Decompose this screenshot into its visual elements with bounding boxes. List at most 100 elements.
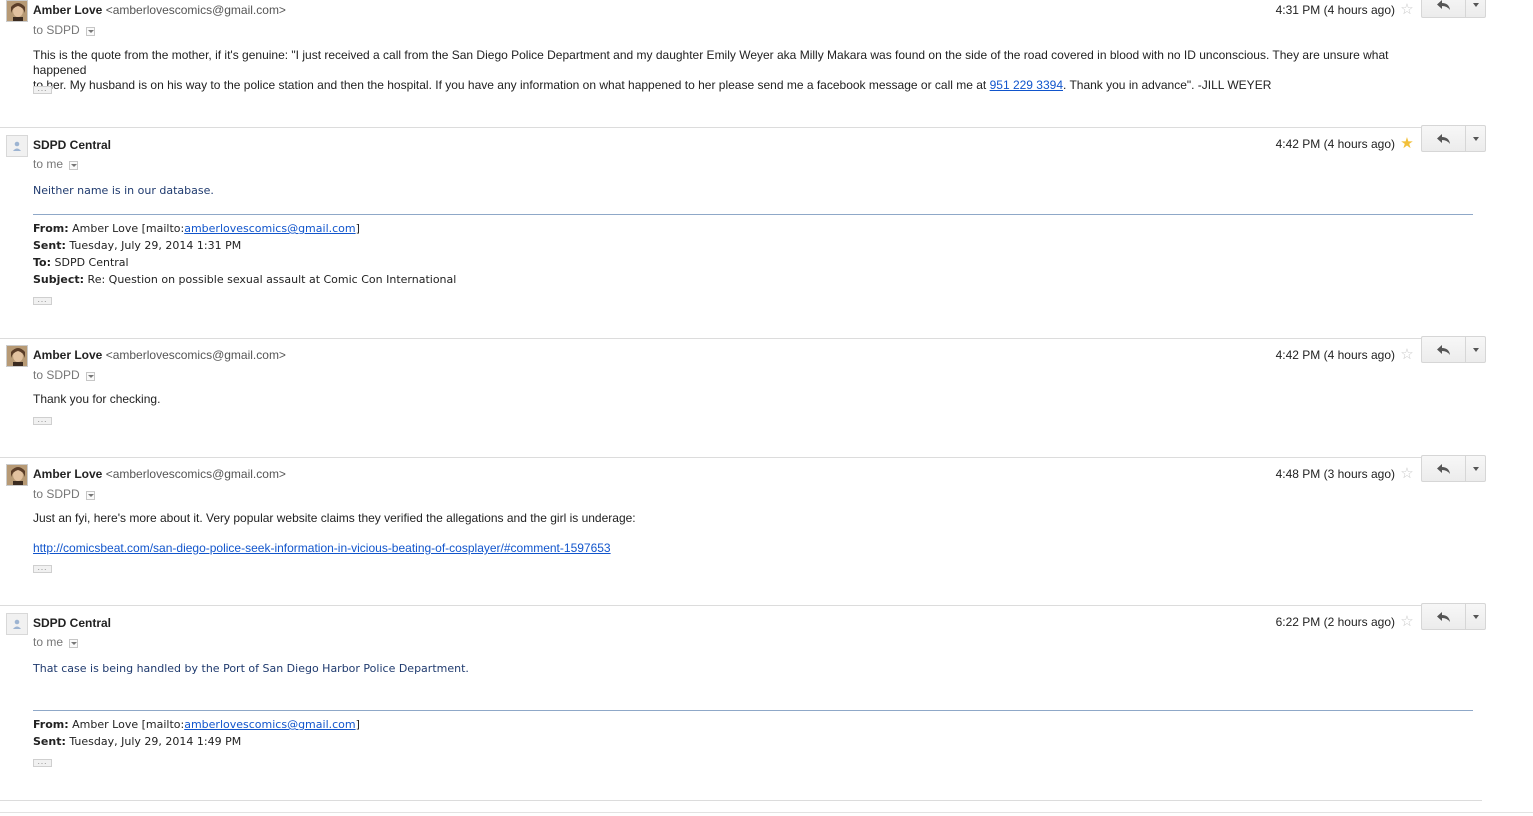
quoted-header: From: Amber Love [mailto:amberlovescomic… — [33, 716, 360, 750]
email-link[interactable]: amberlovescomics@gmail.com — [184, 718, 355, 731]
quote-to: To: SDPD Central — [33, 254, 456, 271]
quote-value: Amber Love [mailto: — [72, 222, 185, 235]
message-divider — [0, 338, 1486, 339]
message-body: Thank you for checking. — [33, 392, 161, 406]
message-body: Neither name is in our database. — [33, 184, 214, 197]
email-link[interactable]: amberlovescomics@gmail.com — [184, 222, 355, 235]
reply-button[interactable] — [1421, 125, 1465, 152]
sender-avatar — [6, 135, 28, 157]
show-trimmed-content-button[interactable]: ... — [33, 564, 52, 573]
show-details-icon[interactable] — [69, 160, 79, 170]
show-details-icon[interactable] — [85, 26, 95, 36]
sender-email: <amberlovescomics@gmail.com> — [105, 348, 286, 362]
quote-sent: Sent: Tuesday, July 29, 2014 1:49 PM — [33, 733, 360, 750]
show-trimmed-content-button[interactable]: ... — [33, 416, 52, 425]
reply-icon — [1437, 611, 1450, 622]
message-divider — [0, 800, 1482, 801]
sender-name: SDPD Central — [33, 138, 112, 152]
show-details-icon[interactable] — [85, 371, 95, 381]
reply-icon — [1437, 344, 1450, 355]
body-text-segment: . Thank you in advance". -JILL WEYER — [1063, 78, 1272, 92]
phone-link[interactable]: 951 229 3394 — [990, 78, 1063, 92]
message-divider — [0, 127, 1486, 128]
quote-label: To: — [33, 256, 51, 269]
quoted-header: From: Amber Love [mailto:amberlovescomic… — [33, 220, 456, 288]
sender-line: Amber Love <amberlovescomics@gmail.com> — [33, 3, 286, 17]
recipients-label: to SDPD — [33, 23, 80, 37]
quote-label: Sent: — [33, 239, 66, 252]
star-icon[interactable]: ☆ — [1399, 0, 1415, 18]
recipients-label: to SDPD — [33, 487, 80, 501]
show-trimmed-content-button[interactable]: ... — [33, 85, 52, 94]
reply-button[interactable] — [1421, 336, 1465, 363]
reply-icon — [1437, 133, 1450, 144]
recipients-label: to me — [33, 635, 64, 649]
more-actions-button[interactable] — [1465, 0, 1486, 18]
body-line: This is the quote from the mother, if it… — [33, 48, 1389, 77]
sender-email: <amberlovescomics@gmail.com> — [105, 3, 286, 17]
quote-from: From: Amber Love [mailto:amberlovescomic… — [33, 220, 456, 237]
message-divider — [0, 457, 1486, 458]
message-time: 4:42 PM (4 hours ago) — [1275, 137, 1395, 151]
show-details-icon[interactable] — [69, 638, 79, 648]
quote-value: Tuesday, July 29, 2014 1:31 PM — [69, 239, 242, 252]
message-time: 6:22 PM (2 hours ago) — [1275, 615, 1395, 629]
star-icon[interactable]: ★ — [1399, 134, 1415, 152]
person-icon — [13, 141, 21, 151]
star-icon[interactable]: ☆ — [1399, 612, 1415, 630]
more-actions-button[interactable] — [1465, 125, 1486, 152]
quote-value: ] — [355, 222, 360, 235]
recipients-label: to me — [33, 157, 64, 171]
recipients[interactable]: to me — [33, 157, 79, 171]
quote-separator — [33, 214, 1473, 215]
reply-button[interactable] — [1421, 603, 1465, 630]
more-actions-button[interactable] — [1465, 336, 1486, 363]
recipients[interactable]: to me — [33, 635, 79, 649]
recipients[interactable]: to SDPD — [33, 368, 95, 382]
body-text-segment: to her. My husband is on his way to the … — [33, 78, 990, 92]
message-divider — [0, 605, 1486, 606]
body-line: to her. My husband is on his way to the … — [33, 78, 1436, 93]
reply-button[interactable] — [1421, 0, 1465, 18]
quote-label: From: — [33, 222, 69, 235]
thread-bottom-border — [0, 812, 1533, 813]
message-link-line: http://comicsbeat.com/san-diego-police-s… — [33, 541, 1436, 556]
sender-line: SDPD Central — [33, 616, 111, 630]
more-actions-button[interactable] — [1465, 455, 1486, 482]
recipients[interactable]: to SDPD — [33, 487, 95, 501]
message-time: 4:31 PM (4 hours ago) — [1275, 3, 1395, 17]
quote-separator — [33, 710, 1473, 711]
recipients[interactable]: to SDPD — [33, 23, 95, 37]
message-time: 4:48 PM (3 hours ago) — [1275, 467, 1395, 481]
quote-subject: Subject: Re: Question on possible sexual… — [33, 271, 456, 288]
quote-sent: Sent: Tuesday, July 29, 2014 1:31 PM — [33, 237, 456, 254]
sender-name: Amber Love — [33, 3, 103, 17]
show-trimmed-content-button[interactable]: ... — [33, 296, 52, 305]
quote-value: Tuesday, July 29, 2014 1:49 PM — [69, 735, 242, 748]
show-details-icon[interactable] — [85, 490, 95, 500]
message-body: This is the quote from the mother, if it… — [33, 48, 1436, 93]
sender-avatar — [6, 345, 28, 367]
sender-email: <amberlovescomics@gmail.com> — [105, 467, 286, 481]
reply-button[interactable] — [1421, 455, 1465, 482]
user-photo-avatar — [7, 346, 27, 366]
star-icon[interactable]: ☆ — [1399, 345, 1415, 363]
quote-value: Amber Love [mailto: — [72, 718, 185, 731]
sender-avatar — [6, 0, 28, 22]
message-body: Just an fyi, here's more about it. Very … — [33, 511, 636, 525]
show-trimmed-content-button[interactable]: ... — [33, 758, 52, 767]
sender-name: Amber Love — [33, 467, 103, 481]
comicsbeat-link[interactable]: http://comicsbeat.com/san-diego-police-s… — [33, 541, 611, 555]
sender-line: SDPD Central — [33, 138, 111, 152]
sender-avatar — [6, 464, 28, 486]
quote-label: From: — [33, 718, 69, 731]
quote-label: Subject: — [33, 273, 85, 286]
more-actions-button[interactable] — [1465, 603, 1486, 630]
recipients-label: to SDPD — [33, 368, 80, 382]
message-body: That case is being handled by the Port o… — [33, 662, 469, 675]
reply-icon — [1437, 463, 1450, 474]
star-icon[interactable]: ☆ — [1399, 464, 1415, 482]
quote-value: Re: Question on possible sexual assault … — [87, 273, 457, 286]
sender-avatar — [6, 613, 28, 635]
sender-name: SDPD Central — [33, 616, 112, 630]
